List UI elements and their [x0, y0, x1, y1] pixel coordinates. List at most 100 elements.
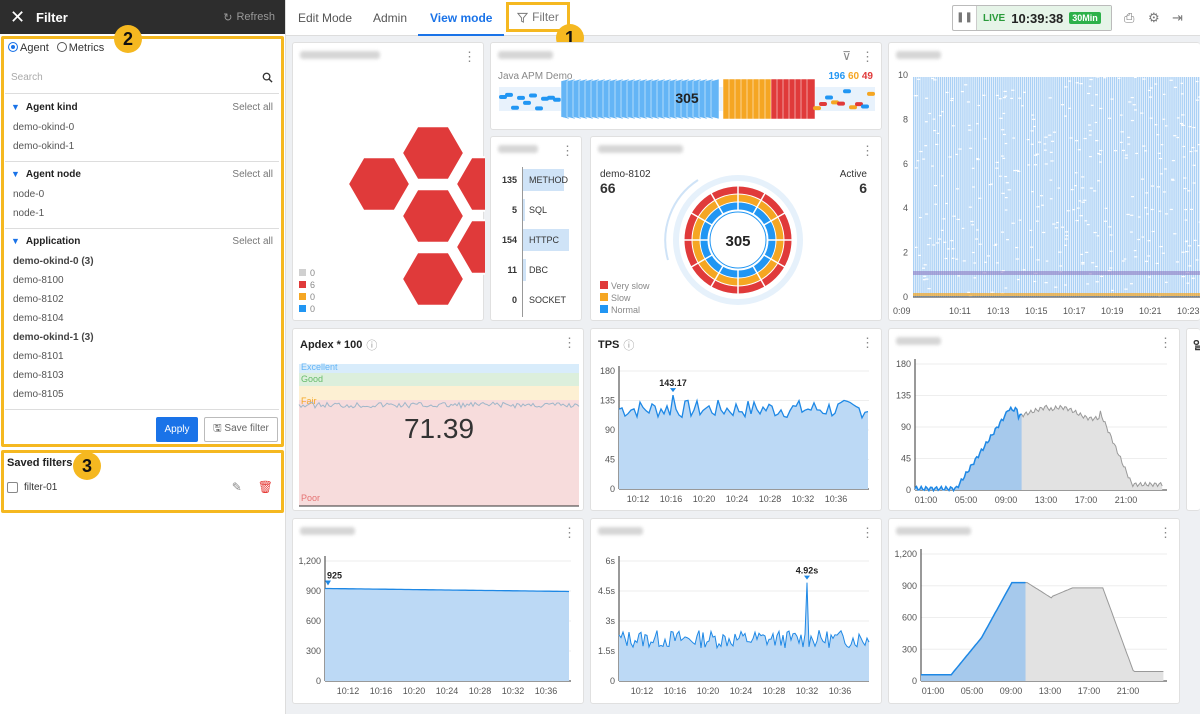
scatter-gap	[1181, 276, 1185, 278]
save-filter-label: Save filter	[224, 423, 269, 434]
list-item[interactable]: demo-8101	[5, 347, 279, 366]
scatter-gap	[1183, 187, 1187, 190]
close-icon[interactable]: ✕	[10, 7, 26, 28]
scatter-column	[1003, 77, 1005, 297]
scatter-column	[1042, 77, 1044, 297]
scatter-gap	[1154, 83, 1158, 85]
radio-agent[interactable]: Agent	[8, 42, 49, 54]
scatter-gap	[1079, 215, 1083, 217]
saved-filter-row[interactable]: filter-01 ✎ 🗑	[7, 480, 273, 494]
method-bar-row[interactable]: 11 DBC	[491, 257, 583, 287]
partial-title: 일	[1193, 340, 1200, 352]
list-item[interactable]: demo-okind-1	[5, 137, 279, 156]
scatter-gap	[955, 188, 959, 190]
list-item[interactable]: demo-okind-0	[5, 118, 279, 137]
method-label: DBC	[529, 265, 549, 275]
scatter-gap	[1078, 200, 1082, 202]
method-bar-row[interactable]: 5 SQL	[491, 197, 583, 227]
save-filter-button[interactable]: 🖫 Save filter	[204, 417, 278, 442]
scatter-gap	[1192, 126, 1196, 129]
scatter-column	[1189, 77, 1192, 297]
list-item[interactable]: node-0	[5, 185, 279, 204]
search-input[interactable]: Search	[5, 62, 279, 94]
checkbox[interactable]	[7, 481, 18, 493]
list-item[interactable]: demo-8100	[5, 271, 279, 290]
scatter-gap	[917, 254, 921, 256]
scatter-gap	[1004, 287, 1008, 289]
scatter-gap	[969, 147, 973, 149]
scatter-gap	[1048, 97, 1052, 99]
scatter-column	[1107, 77, 1110, 297]
scatter-gap	[1075, 140, 1079, 142]
apm-dot	[529, 93, 537, 98]
scatter-column	[1101, 77, 1103, 297]
list-item[interactable]: demo-8102	[5, 290, 279, 309]
list-item[interactable]: demo-8104	[5, 309, 279, 328]
scatter-column	[919, 77, 921, 297]
scatter-gap	[1059, 265, 1063, 267]
apm-dot	[843, 89, 851, 94]
gear-icon[interactable]: ⚙	[1148, 10, 1160, 26]
scatter-gap	[999, 117, 1003, 119]
scatter-gap	[944, 202, 948, 205]
scatter-gap	[966, 101, 970, 103]
scatter-column	[999, 77, 1001, 297]
more-icon[interactable]: ⋮	[561, 143, 574, 159]
tab-view-mode[interactable]: View mode	[418, 0, 505, 36]
scatter-column	[1068, 77, 1071, 297]
scatter-gap	[1113, 150, 1117, 152]
scatter-column	[1089, 77, 1091, 297]
apm-segment-very-slow	[806, 78, 816, 120]
x-tick-label: 10:12	[627, 494, 650, 504]
scatter-gap	[1190, 208, 1194, 211]
panel-tps: TPS ⓘ ⋮ 180 135 90 45 0 10:12 10:16 10:20 10:24 10…	[590, 328, 882, 511]
x-tick-label: 01:00	[922, 686, 945, 696]
scatter-gap	[1173, 86, 1177, 88]
scatter-gap	[1032, 118, 1036, 120]
refresh-button[interactable]: ↻ Refresh	[223, 11, 275, 24]
scatter-column	[1001, 77, 1003, 297]
caret-down-icon[interactable]: ▼	[11, 236, 20, 246]
time-range-button[interactable]: 30Min	[1069, 12, 1101, 24]
select-all-button[interactable]: Select all	[232, 236, 273, 247]
scatter-gap	[1149, 96, 1153, 98]
scatter-gap	[943, 241, 947, 243]
method-bar-row[interactable]: 135 METHOD	[491, 167, 583, 197]
section-title: Agent node	[25, 168, 81, 180]
scatter-gap	[975, 123, 979, 125]
scatter-column	[1169, 77, 1171, 297]
scatter-gap	[1130, 214, 1134, 216]
trash-icon[interactable]: 🗑	[258, 480, 273, 494]
exit-icon[interactable]: ⇥	[1172, 10, 1183, 26]
list-item[interactable]: demo-8105	[5, 385, 279, 404]
tab-admin[interactable]: Admin	[373, 0, 407, 36]
edit-icon[interactable]: ✎	[232, 480, 242, 494]
scatter-gap	[1150, 208, 1154, 211]
list-item[interactable]: node-1	[5, 204, 279, 223]
live-time: 10:39:38	[1011, 10, 1064, 26]
scatter-gap	[1044, 282, 1048, 284]
print-icon[interactable]: ⎙	[1124, 10, 1134, 26]
scatter-gap	[1097, 180, 1101, 182]
select-all-button[interactable]: Select all	[232, 102, 273, 113]
caret-down-icon[interactable]: ▼	[11, 102, 20, 112]
scatter-gap	[1063, 115, 1067, 117]
caret-down-icon[interactable]: ▼	[11, 169, 20, 179]
list-item[interactable]: demo-8103	[5, 366, 279, 385]
pause-icon[interactable]: ❚❚	[953, 6, 977, 30]
group-item[interactable]: demo-okind-0 (3)	[5, 252, 279, 271]
scatter-column	[1048, 77, 1050, 297]
search-icon[interactable]	[262, 72, 273, 83]
radio-metrics[interactable]: Metrics	[56, 42, 104, 54]
method-bar-row[interactable]: 0 SOCKET	[491, 287, 583, 317]
method-bar-row[interactable]: 154 HTTPC	[491, 227, 583, 257]
scatter-gap	[1129, 283, 1133, 285]
apply-button[interactable]: Apply	[156, 417, 198, 442]
tab-edit-mode[interactable]: Edit Mode	[298, 0, 352, 36]
scatter-gap	[1081, 263, 1085, 265]
scatter-column	[1161, 77, 1163, 297]
select-all-button[interactable]: Select all	[232, 169, 273, 180]
scatter-gap	[1184, 208, 1188, 211]
scatter-gap	[925, 278, 929, 280]
group-item[interactable]: demo-okind-1 (3)	[5, 328, 279, 347]
